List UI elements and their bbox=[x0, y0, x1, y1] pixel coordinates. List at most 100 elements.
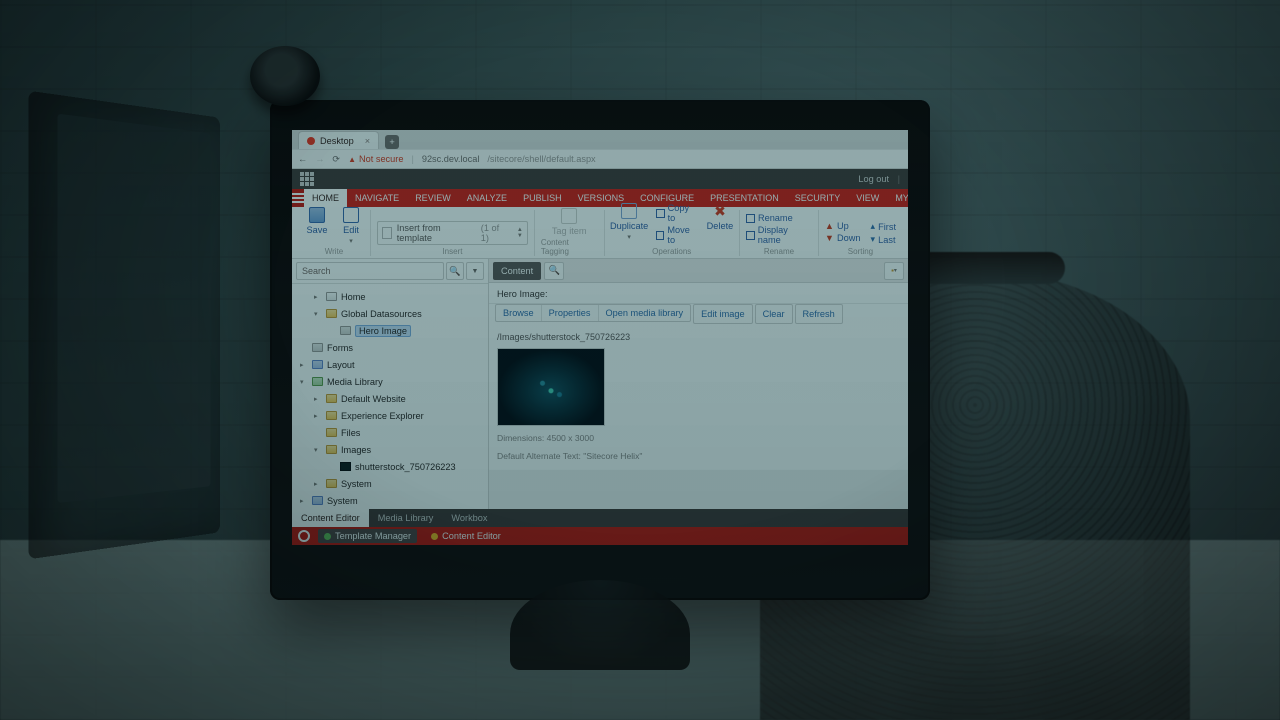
tree-node-home[interactable]: ▸Home bbox=[300, 288, 486, 305]
tag-item-button: Tag item bbox=[552, 208, 587, 236]
url-path[interactable]: /sitecore/shell/default.aspx bbox=[487, 154, 595, 164]
url-host[interactable]: 92sc.dev.local bbox=[422, 154, 480, 164]
insert-template-button[interactable]: Insert from template (1 of 1) ▲▼ bbox=[377, 221, 528, 245]
logout-link[interactable]: Log out bbox=[858, 174, 889, 184]
desktop-taskbar: Template Manager Content Editor bbox=[292, 527, 908, 545]
forward-icon[interactable]: → bbox=[315, 154, 324, 164]
tree-node-forms[interactable]: Forms bbox=[300, 339, 486, 356]
copy-icon bbox=[656, 209, 665, 218]
content-toolbar: Content 🔍 ▪▾ bbox=[489, 259, 908, 283]
folder-icon bbox=[326, 309, 337, 318]
search-icon: 🔍 bbox=[449, 266, 460, 277]
ribbon-tab-view[interactable]: VIEW bbox=[848, 189, 887, 207]
edit-image-link[interactable]: Edit image bbox=[693, 304, 752, 324]
view-options-button[interactable]: ▪▾ bbox=[884, 262, 904, 280]
page-icon bbox=[382, 227, 392, 239]
display-name-button[interactable]: Display name bbox=[746, 225, 812, 245]
display-name-icon bbox=[746, 231, 755, 240]
search-button[interactable]: 🔍 bbox=[446, 262, 464, 280]
properties-link[interactable]: Properties bbox=[541, 304, 598, 322]
image-field-actions: Browse Properties Open media library Edi… bbox=[489, 304, 908, 330]
ribbon-tabs: HOME NAVIGATE REVIEW ANALYZE PUBLISH VER… bbox=[292, 189, 908, 207]
task-template-manager[interactable]: Template Manager bbox=[318, 529, 417, 543]
up-arrow-icon: ▲ bbox=[825, 221, 834, 231]
tree-node-media-system[interactable]: ▸System bbox=[300, 475, 486, 492]
tree-node-layout[interactable]: ▸Layout bbox=[300, 356, 486, 373]
back-icon[interactable]: ← bbox=[298, 154, 307, 164]
edit-button[interactable]: Edit▾ bbox=[338, 207, 364, 245]
field-section-title: Hero Image: bbox=[489, 283, 908, 304]
ribbon-tab-security[interactable]: SECURITY bbox=[787, 189, 849, 207]
folder-icon bbox=[326, 411, 337, 420]
sitecore-header: Log out | bbox=[292, 169, 908, 189]
ribbon-tab-review[interactable]: REVIEW bbox=[407, 189, 459, 207]
tree-node-system[interactable]: ▸System bbox=[300, 492, 486, 509]
refresh-link[interactable]: Refresh bbox=[795, 304, 843, 324]
ribbon-tab-analyze[interactable]: ANALYZE bbox=[459, 189, 515, 207]
tab-workbox[interactable]: Workbox bbox=[442, 509, 496, 527]
ribbon-tab-publish[interactable]: PUBLISH bbox=[515, 189, 570, 207]
ribbon-tab-mytoolbar[interactable]: MY TOOLBAR bbox=[887, 189, 908, 207]
edit-icon bbox=[343, 207, 359, 223]
content-search-button[interactable]: 🔍 bbox=[544, 262, 564, 280]
rename-button[interactable]: Rename bbox=[746, 213, 812, 223]
system-icon bbox=[312, 496, 323, 505]
image-path: /Images/shutterstock_750726223 bbox=[489, 330, 908, 348]
pencil-icon bbox=[431, 533, 438, 540]
delete-button[interactable]: ✖Delete bbox=[707, 203, 733, 231]
tab-media-library[interactable]: Media Library bbox=[369, 509, 443, 527]
forms-icon bbox=[312, 343, 323, 352]
primary-monitor: Desktop × + ← → ⟳ Not secure | 92sc.dev.… bbox=[270, 100, 930, 600]
workspace: 🔍 ▼ ▸Home ▾Global Datasources Hero Image… bbox=[292, 259, 908, 509]
search-input[interactable] bbox=[296, 262, 444, 280]
image-thumbnail[interactable] bbox=[497, 348, 605, 426]
image-preview-block: Dimensions: 4500 x 3000 Default Alternat… bbox=[489, 348, 908, 470]
search-dropdown[interactable]: ▼ bbox=[466, 262, 484, 280]
tree-node-media[interactable]: ▾Media Library bbox=[300, 373, 486, 390]
content-tab-button[interactable]: Content bbox=[493, 262, 541, 280]
image-alt-text: Default Alternate Text: "Sitecore Helix" bbox=[497, 450, 900, 462]
header-right: Log out | bbox=[852, 174, 900, 184]
new-tab-button[interactable]: + bbox=[385, 135, 399, 149]
sitecore-logo-icon[interactable] bbox=[298, 530, 310, 542]
tree-node-default-site[interactable]: ▸Default Website bbox=[300, 390, 486, 407]
duplicate-icon bbox=[621, 203, 637, 219]
content-tree[interactable]: ▸Home ▾Global Datasources Hero Image For… bbox=[292, 284, 488, 509]
security-warning[interactable]: Not secure bbox=[348, 154, 403, 164]
tree-node-global[interactable]: ▾Global Datasources bbox=[300, 305, 486, 322]
tree-node-exp-explorer[interactable]: ▸Experience Explorer bbox=[300, 407, 486, 424]
task-content-editor[interactable]: Content Editor bbox=[425, 529, 507, 543]
tree-node-shutterstock[interactable]: shutterstock_750726223 bbox=[300, 458, 486, 475]
ribbon-tab-home[interactable]: HOME bbox=[304, 189, 347, 207]
opera-icon bbox=[307, 137, 315, 145]
editor-tabs: Content Editor Media Library Workbox bbox=[292, 509, 908, 527]
hamburger-icon[interactable] bbox=[292, 189, 304, 207]
screen-content: Desktop × + ← → ⟳ Not secure | 92sc.dev.… bbox=[292, 130, 908, 545]
open-media-link[interactable]: Open media library bbox=[598, 304, 691, 322]
ribbon-tab-navigate[interactable]: NAVIGATE bbox=[347, 189, 407, 207]
media-icon bbox=[312, 377, 323, 386]
move-to-button[interactable]: Move to bbox=[656, 225, 699, 245]
save-button[interactable]: Save bbox=[304, 207, 330, 235]
sort-up-button[interactable]: ▲Up bbox=[825, 221, 861, 231]
sort-first-button[interactable]: ▴First bbox=[871, 221, 896, 232]
copy-to-button[interactable]: Copy to bbox=[656, 203, 699, 223]
tab-content-editor[interactable]: Content Editor bbox=[292, 509, 369, 527]
duplicate-button[interactable]: Duplicate▾ bbox=[611, 203, 648, 241]
reload-icon[interactable]: ⟳ bbox=[332, 154, 340, 165]
tree-node-hero-image[interactable]: Hero Image bbox=[300, 322, 486, 339]
launchpad-icon[interactable] bbox=[300, 172, 314, 186]
down-arrow-icon: ▼ bbox=[825, 233, 834, 243]
close-tab-icon[interactable]: × bbox=[365, 136, 370, 146]
rename-icon bbox=[746, 214, 755, 223]
ribbon-body: Save Edit▾ Write Insert from template (1… bbox=[292, 207, 908, 259]
secondary-monitor bbox=[29, 91, 220, 560]
clear-link[interactable]: Clear bbox=[755, 304, 793, 324]
tree-node-images[interactable]: ▾Images bbox=[300, 441, 486, 458]
browse-link[interactable]: Browse bbox=[496, 304, 541, 322]
sort-last-button[interactable]: ▾Last bbox=[871, 234, 896, 245]
browser-tab[interactable]: Desktop × bbox=[298, 131, 379, 149]
tree-node-files[interactable]: Files bbox=[300, 424, 486, 441]
sort-down-button[interactable]: ▼Down bbox=[825, 233, 861, 243]
spinner-icon[interactable]: ▲▼ bbox=[517, 227, 523, 239]
